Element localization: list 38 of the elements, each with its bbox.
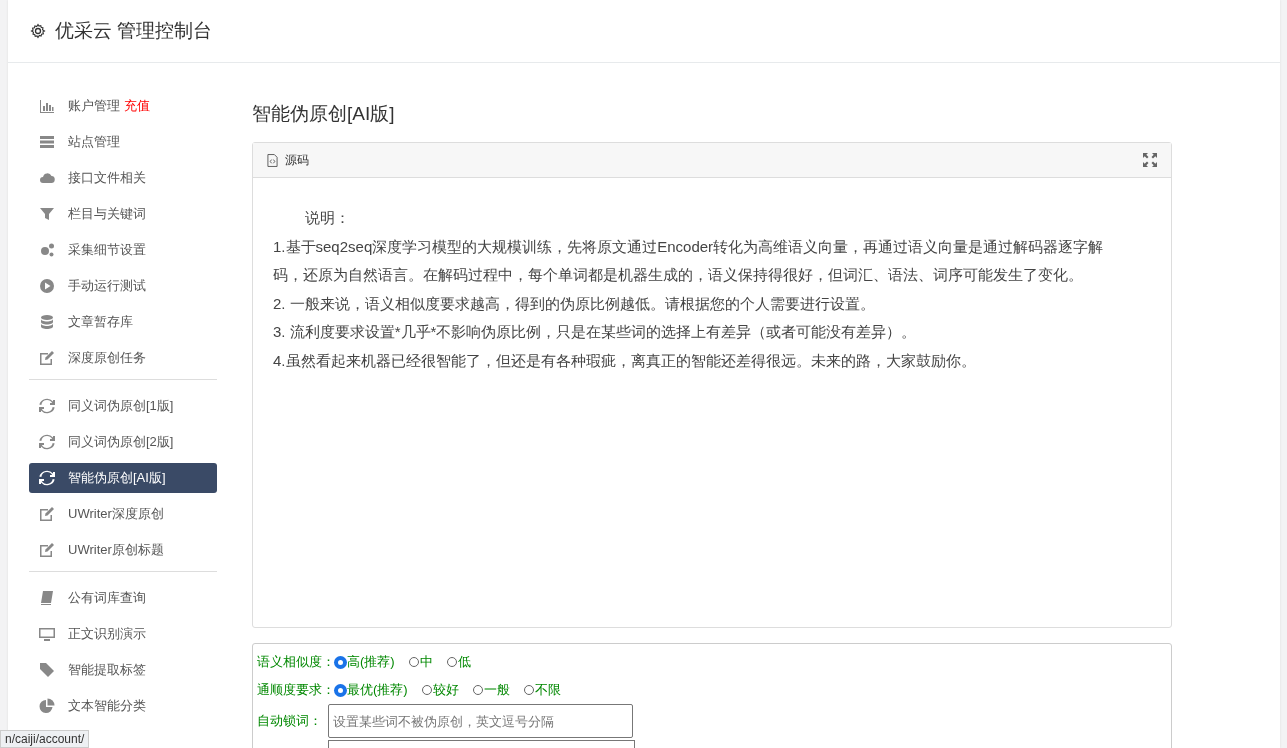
sidebar-item[interactable]: 智能伪原创[AI版] bbox=[29, 463, 217, 493]
option-label: 通顺度要求： bbox=[257, 681, 335, 699]
sidebar-item[interactable]: 深度原创任务 bbox=[29, 343, 217, 373]
option-label: 语义相似度： bbox=[257, 653, 335, 671]
sidebar-item[interactable]: 同义词伪原创[1版] bbox=[29, 391, 217, 421]
sidebar-item[interactable]: 公有词库查询 bbox=[29, 583, 217, 613]
sidebar-item[interactable]: 站点管理 bbox=[29, 127, 217, 157]
sidebar-item[interactable]: UWriter深度原创 bbox=[29, 499, 217, 529]
radio-option[interactable]: 较好 bbox=[421, 681, 459, 699]
sidebar-item[interactable]: UWriter原创标题 bbox=[29, 535, 217, 565]
sidebar-item[interactable]: 正文识别演示 bbox=[29, 619, 217, 649]
note-paragraph: 1.基于seq2seq深度学习模型的大规模训练，先将原文通过Encoder转化为高维语义向量，再通过语义向量是通过解码器逐字解码，还原为自然语言。在解码过程中，每个单词都是机器生成的，语义保持得很好，但词汇、语法、词序可能发生了变化。 bbox=[273, 236, 1105, 285]
sidebar-item[interactable]: 同义词伪原创[2版] bbox=[29, 427, 217, 457]
sidebar-item[interactable]: 账户管理 充值 bbox=[29, 91, 217, 121]
sidebar-item[interactable]: 栏目与关键词 bbox=[29, 199, 217, 229]
radio-option[interactable]: 一般 bbox=[472, 681, 510, 699]
page-title: 智能伪原创[AI版] bbox=[252, 102, 396, 126]
radio-option[interactable]: 不限 bbox=[523, 681, 561, 699]
radio-option[interactable]: 低 bbox=[446, 653, 471, 671]
note-heading: 说明： bbox=[304, 208, 351, 228]
radio-option[interactable]: 高(推荐) bbox=[335, 653, 395, 671]
sidebar-item[interactable]: 文章暂存库 bbox=[29, 307, 217, 337]
status-url: n/caiji/account/ bbox=[0, 730, 90, 748]
note-paragraph: 4.虽然看起来机器已经很智能了，但还是有各种瑕疵，离真正的智能还差得很远。未来的路，大家鼓励你。 bbox=[273, 350, 977, 371]
sidebar-item[interactable]: 文本智能分类 bbox=[29, 691, 217, 721]
sidebar-item[interactable]: 接口文件相关 bbox=[29, 163, 217, 193]
sidebar-item[interactable]: 智能提取标签 bbox=[29, 655, 217, 685]
note-paragraph: 2. 一般来说，语义相似度要求越高，得到的伪原比例越低。请根据您的个人需要进行设置。 bbox=[273, 293, 876, 314]
lock-words-field[interactable]: 设置某些词不被伪原创，英文逗号分隔 bbox=[328, 704, 633, 738]
sidebar-item[interactable]: 采集细节设置 bbox=[29, 235, 217, 265]
radio-option[interactable]: 中 bbox=[408, 653, 433, 671]
option-label: 自动锁词： bbox=[257, 712, 323, 730]
console-title: 优采云 管理控制台 bbox=[55, 19, 213, 43]
recharge-link[interactable]: 充值 bbox=[124, 97, 150, 115]
note-paragraph: 3. 流利度要求设置*几乎*不影响伪原比例，只是在某些词的选择上有差异（或者可能没有差异）。 bbox=[273, 322, 918, 342]
source-button[interactable]: 源码 bbox=[267, 151, 309, 169]
radio-option[interactable]: 最优(推荐) bbox=[335, 681, 408, 699]
sidebar-item[interactable]: 手动运行测试 bbox=[29, 271, 217, 301]
